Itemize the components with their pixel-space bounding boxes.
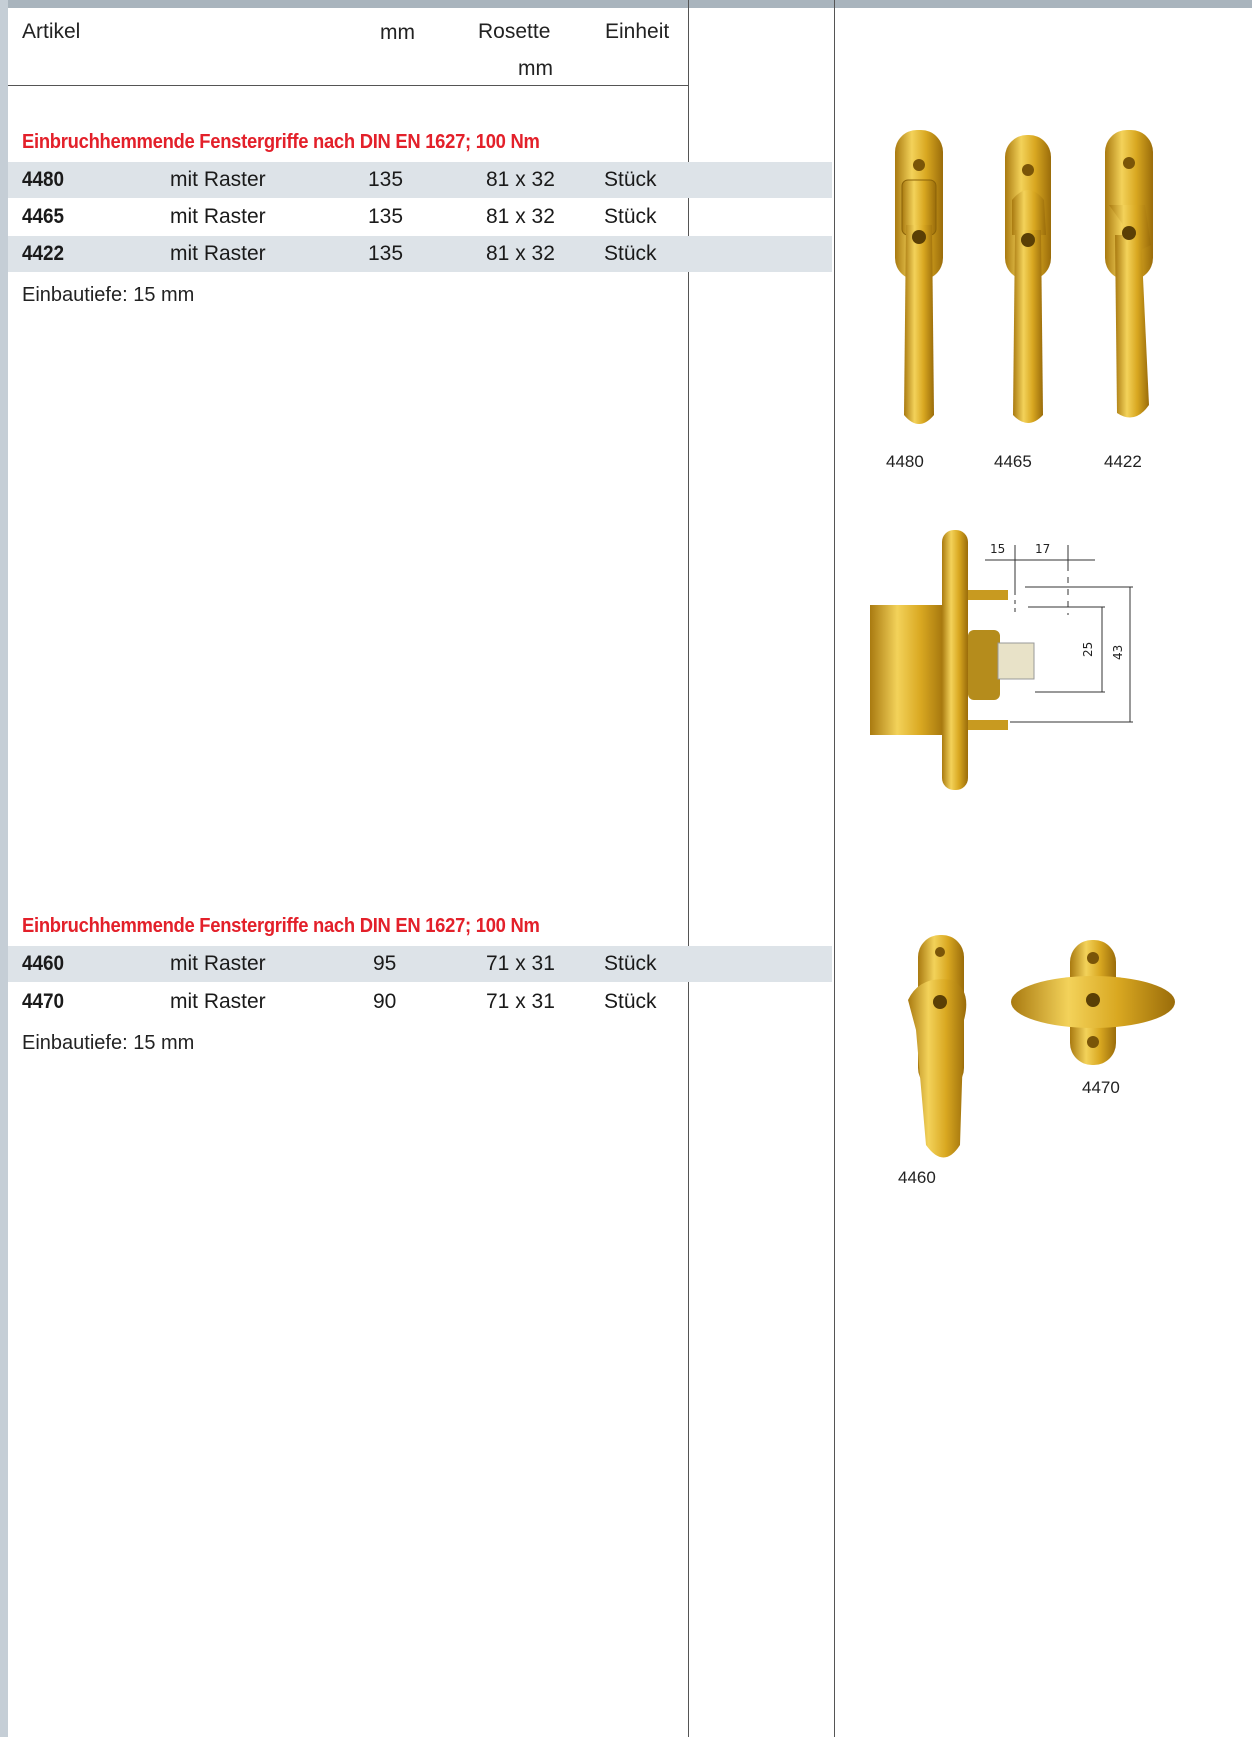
length-mm: 135 [368, 205, 404, 228]
length-mm: 90 [373, 990, 397, 1013]
section-title: Einbruchhemmende Fenstergriffe nach DIN … [22, 915, 540, 937]
header-rule [8, 85, 688, 86]
top-band [0, 0, 1252, 8]
length-mm: 135 [368, 242, 404, 265]
description: mit Raster [170, 952, 266, 975]
left-band [0, 0, 8, 1737]
handle-4470 [1011, 940, 1175, 1065]
article-number: 4460 [22, 952, 65, 975]
article-number: 4480 [22, 168, 65, 191]
handle-4465 [1005, 135, 1051, 423]
description: mit Raster [170, 168, 266, 191]
dimension-drawing: 15 17 25 43 [870, 530, 1133, 790]
unit: Stück [604, 168, 657, 191]
installation-depth-note: Einbautiefe: 15 mm [22, 1032, 195, 1054]
description: mit Raster [170, 242, 266, 265]
dim-label: 17 [1035, 542, 1050, 556]
column-divider-right [834, 0, 835, 1737]
caption-4470: 4470 [1082, 1078, 1120, 1097]
header-mm: mm [380, 21, 415, 44]
unit: Stück [604, 242, 657, 265]
unit: Stück [604, 990, 657, 1013]
handle-product-photo [895, 130, 1153, 424]
header-einheit: Einheit [605, 20, 670, 43]
dim-label: 15 [990, 542, 1005, 556]
caption-4480: 4480 [886, 452, 924, 471]
rosette-size: 71 x 31 [486, 952, 555, 975]
article-number: 4470 [22, 990, 65, 1013]
handle-product-photo-2 [908, 935, 1175, 1158]
caption-4422: 4422 [1104, 452, 1142, 471]
caption-4460: 4460 [898, 1168, 936, 1187]
handle-4422 [1105, 130, 1153, 418]
table-row: 4422 mit Raster 135 81 x 32 Stück [8, 236, 832, 272]
length-mm: 135 [368, 168, 404, 191]
dim-label: 43 [1111, 645, 1125, 660]
unit: Stück [604, 205, 657, 228]
rosette-size: 81 x 32 [486, 242, 555, 265]
handle-4480 [895, 130, 943, 424]
table-row: 4465 mit Raster 135 81 x 32 Stück [8, 199, 832, 235]
header-rosette: Rosette [478, 20, 551, 43]
header-artikel: Artikel [22, 20, 81, 43]
table-row: 4460 mit Raster 95 71 x 31 Stück [8, 946, 832, 982]
article-number: 4465 [22, 205, 65, 228]
caption-4465: 4465 [994, 452, 1032, 471]
header-rosette-unit: mm [518, 57, 553, 80]
description: mit Raster [170, 205, 266, 228]
article-number: 4422 [22, 242, 65, 265]
table-row: 4470 mit Raster 90 71 x 31 Stück [8, 984, 832, 1020]
rosette-size: 71 x 31 [486, 990, 555, 1013]
section-title: Einbruchhemmende Fenstergriffe nach DIN … [22, 131, 540, 153]
unit: Stück [604, 952, 657, 975]
installation-depth-note: Einbautiefe: 15 mm [22, 284, 195, 306]
handle-4460 [908, 935, 967, 1158]
table-row: 4480 mit Raster 135 81 x 32 Stück [8, 162, 832, 198]
description: mit Raster [170, 990, 266, 1013]
dim-label: 25 [1081, 642, 1095, 657]
rosette-size: 81 x 32 [486, 168, 555, 191]
rosette-size: 81 x 32 [486, 205, 555, 228]
length-mm: 95 [373, 952, 397, 975]
